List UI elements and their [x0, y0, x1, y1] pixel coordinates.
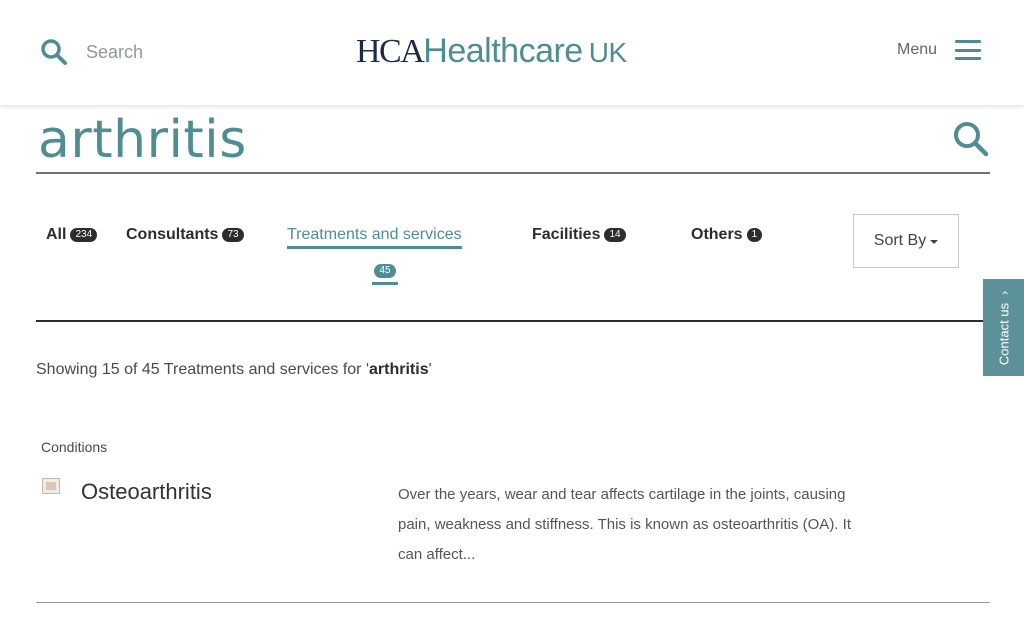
result-thumbnail [42, 478, 60, 494]
hca-healthcare-logo[interactable]: HCAHealthcare UK [356, 32, 627, 71]
summary-prefix: Showing 15 of 45 Treatments and services… [36, 361, 370, 378]
count-badge: 45 [374, 264, 396, 278]
sort-by-dropdown[interactable]: Sort By [853, 214, 959, 268]
search-icon [40, 38, 68, 66]
contact-us-tab[interactable]: Contact us › [983, 279, 1024, 376]
result-title-link[interactable]: Osteoarthritis [81, 479, 212, 505]
menu-button[interactable]: Menu [897, 40, 982, 60]
result-category-label: Conditions [41, 439, 108, 455]
sort-by-label: Sort By [873, 232, 927, 249]
hamburger-icon [955, 40, 982, 60]
tab-label: Treatments and services [287, 226, 462, 249]
chevron-right-icon: › [996, 290, 1011, 295]
logo-uk-text: UK [588, 37, 627, 68]
tab-others[interactable]: Others 1 [691, 226, 763, 244]
contact-us-label: Contact us [996, 302, 1011, 365]
result-type-tabs: All 234 Consultants 73 Treatments and se… [36, 214, 990, 320]
header-search-label: Search [86, 41, 144, 62]
search-query-input[interactable]: arthritis [38, 110, 247, 170]
search-query-bar: arthritis [36, 106, 990, 174]
tab-label: Facilities [532, 226, 601, 243]
active-tab-indicator [372, 282, 398, 285]
count-badge: 73 [222, 228, 244, 242]
logo-hca-text: HCA [356, 33, 425, 70]
tab-treatments-and-services[interactable]: Treatments and services [287, 226, 462, 249]
results-summary: Showing 15 of 45 Treatments and services… [36, 361, 432, 379]
tab-label: Consultants [126, 226, 219, 243]
summary-suffix: ' [428, 361, 432, 378]
tab-consultants[interactable]: Consultants 73 [126, 226, 244, 244]
count-badge: 234 [70, 228, 98, 242]
search-submit-icon[interactable] [952, 120, 990, 163]
site-header: Search HCAHealthcare UK Menu [0, 0, 1024, 105]
count-badge: 1 [746, 228, 763, 242]
count-badge: 14 [604, 228, 626, 242]
header-search-button[interactable]: Search [40, 38, 143, 66]
result-description: Over the years, wear and tear affects ca… [398, 486, 851, 563]
result-divider [36, 602, 990, 603]
caret-down-icon [930, 240, 939, 244]
menu-label: Menu [897, 41, 938, 58]
tab-facilities[interactable]: Facilities 14 [532, 226, 626, 244]
tab-label: All [46, 226, 67, 243]
logo-healthcare-text: Healthcare [423, 32, 583, 70]
active-tab-count: 45 [372, 260, 398, 285]
summary-term: arthritis [369, 361, 429, 378]
tab-all[interactable]: All 234 [46, 226, 98, 244]
tabs-divider [36, 320, 984, 322]
tab-label: Others [691, 226, 743, 243]
